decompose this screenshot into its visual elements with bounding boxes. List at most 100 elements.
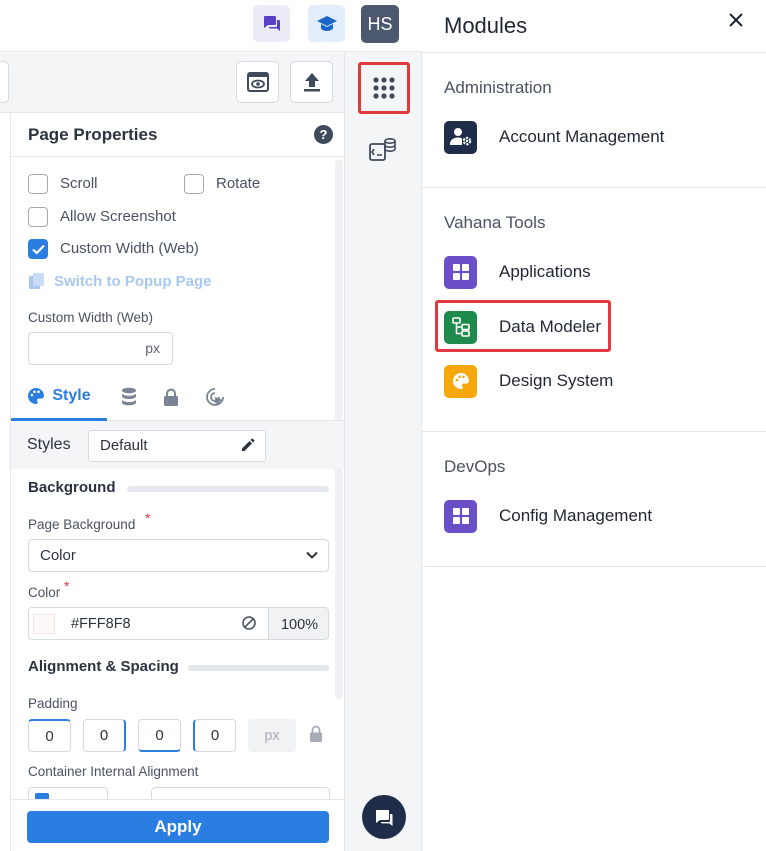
clear-color-icon[interactable]	[241, 615, 257, 631]
custom-width-unit: px	[145, 340, 160, 356]
container-alignment-label: Container Internal Alignment	[28, 764, 199, 779]
editor-toolbar	[0, 53, 344, 113]
pencil-icon[interactable]	[241, 438, 255, 452]
top-header: HS	[0, 0, 422, 52]
padding-bottom-input[interactable]: 0	[138, 719, 181, 752]
page-background-select[interactable]: Color	[28, 539, 329, 572]
learning-button[interactable]	[308, 5, 345, 42]
data-source-button[interactable]	[367, 136, 397, 169]
styles-row: Styles Default	[11, 421, 345, 469]
padding-unit: px	[248, 719, 296, 752]
alignment-section-title: Alignment & Spacing	[28, 658, 179, 675]
custom-width-field-label: Custom Width (Web)	[28, 310, 154, 325]
chevron-down-icon	[306, 551, 318, 559]
custom-width-label: Custom Width (Web)	[60, 240, 199, 257]
database-icon	[122, 387, 136, 406]
styles-label: Styles	[27, 436, 71, 453]
checkmark-icon	[31, 244, 45, 255]
switch-to-popup-link[interactable]: Switch to Popup Page	[28, 272, 212, 290]
required-mark: *	[64, 578, 70, 594]
side-rail	[344, 52, 422, 851]
required-mark: *	[145, 510, 151, 526]
scroll-checkbox[interactable]	[28, 174, 48, 194]
divider	[422, 566, 766, 567]
module-applications[interactable]: Applications	[444, 255, 591, 289]
modules-title: Modules	[444, 13, 528, 38]
allow-screenshot-label: Allow Screenshot	[60, 208, 176, 225]
group-title-vahana-tools: Vahana Tools	[444, 213, 546, 232]
custom-width-checkbox[interactable]	[28, 239, 48, 259]
apply-button[interactable]: Apply	[27, 811, 329, 843]
divider	[422, 52, 766, 53]
styles-value: Default	[100, 437, 148, 454]
panel-title: Page Properties	[28, 125, 158, 144]
properties-tabs: Style	[11, 373, 345, 421]
grid-dots-icon	[373, 77, 395, 99]
rotate-label: Rotate	[216, 175, 261, 192]
group-title-devops: DevOps	[444, 457, 506, 476]
tab-data[interactable]	[117, 385, 141, 409]
apps-grid-icon	[444, 255, 477, 289]
module-config-management[interactable]: Config Management	[444, 499, 652, 533]
module-label: Account Management	[499, 127, 665, 146]
preview-button[interactable]	[236, 61, 279, 103]
apps-grid-icon	[444, 499, 477, 533]
scroll-label: Scroll	[60, 175, 98, 192]
color-opacity[interactable]: 100%	[268, 608, 328, 639]
cursor-click-icon	[206, 388, 224, 406]
lock-icon	[164, 388, 178, 406]
tab-events[interactable]	[203, 385, 227, 409]
user-settings-icon	[444, 120, 477, 154]
padding-right-input[interactable]: 0	[83, 719, 126, 752]
preview-eye-icon	[246, 72, 269, 92]
chat-icon	[376, 809, 393, 826]
color-hex-value: #FFF8F8	[71, 616, 131, 632]
tab-security[interactable]	[159, 385, 183, 409]
palette-icon	[28, 387, 45, 404]
divider	[422, 187, 766, 188]
section-rule	[127, 486, 329, 492]
chat-bubbles-icon	[263, 15, 280, 31]
page-background-value: Color	[40, 547, 76, 564]
toolbar-button-partial[interactable]	[0, 61, 9, 103]
code-database-icon	[369, 137, 396, 161]
feedback-button[interactable]	[253, 5, 290, 42]
tab-style[interactable]: Style	[11, 373, 107, 421]
user-avatar[interactable]: HS	[361, 5, 399, 43]
chat-assistant-button[interactable]	[362, 795, 406, 839]
module-label: Design System	[499, 371, 614, 390]
help-icon[interactable]: ?	[314, 125, 333, 144]
padding-lock-icon[interactable]	[309, 725, 323, 743]
rotate-checkbox[interactable]	[184, 174, 204, 194]
module-design-system[interactable]: Design System	[444, 364, 613, 398]
padding-label: Padding	[28, 696, 78, 711]
allow-screenshot-checkbox[interactable]	[28, 207, 48, 227]
module-label: Config Management	[499, 506, 653, 525]
padding-top-input[interactable]: 0	[28, 719, 71, 752]
background-section-title: Background	[28, 479, 116, 496]
padding-left-input[interactable]: 0	[193, 719, 236, 752]
divider	[11, 156, 345, 157]
page-background-label: Page Background	[28, 517, 136, 532]
group-title-administration: Administration	[444, 78, 552, 97]
section-rule	[188, 665, 329, 671]
divider	[422, 431, 766, 432]
color-swatch[interactable]	[33, 614, 55, 634]
styles-select[interactable]: Default	[88, 430, 266, 462]
modules-panel: Modules Administration Account Managemen…	[422, 0, 766, 851]
module-label: Applications	[499, 262, 591, 281]
publish-button[interactable]	[290, 61, 333, 103]
module-account-management[interactable]: Account Management	[444, 120, 664, 154]
color-label: Color	[28, 585, 61, 600]
data-modeler-highlight	[435, 300, 611, 352]
page-properties-panel: Page Properties ? Scroll Rotate Allow Sc…	[10, 113, 345, 851]
upload-arrow-icon	[303, 73, 320, 92]
graduation-cap-icon	[316, 15, 337, 31]
apply-bar: Apply	[11, 799, 345, 851]
modules-button[interactable]	[358, 62, 410, 114]
avatar-initials: HS	[367, 13, 393, 34]
close-icon[interactable]	[728, 12, 744, 28]
custom-width-input[interactable]: px	[28, 332, 173, 365]
copy-pages-icon	[29, 273, 44, 289]
color-input[interactable]: #FFF8F8 100%	[28, 607, 329, 640]
